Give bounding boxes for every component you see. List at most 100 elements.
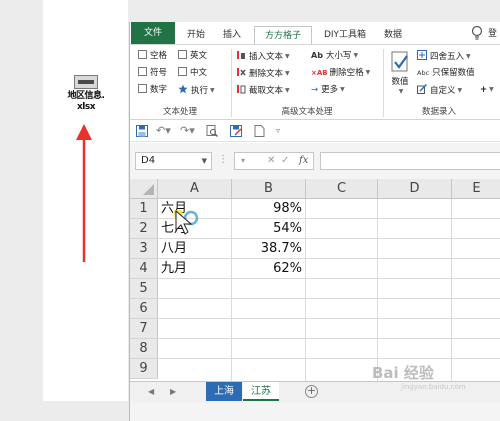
sheet-next-icon[interactable]: ▶	[170, 385, 176, 399]
column-header-b[interactable]: B	[232, 179, 306, 199]
save-icon[interactable]	[136, 125, 148, 137]
redo-icon[interactable]: ↷▾	[180, 124, 195, 138]
checkbox-icon	[138, 84, 147, 93]
abc-icon: Abc	[417, 69, 430, 77]
keep-value-button[interactable]: Abc 只保留数值	[417, 67, 475, 79]
watermark-logo: Bai 经验	[372, 364, 434, 382]
round-button[interactable]: 四舍五入 ▼	[417, 50, 471, 63]
resize-handle-icon[interactable]: ⋮	[218, 154, 228, 165]
lightbulb-icon[interactable]	[470, 25, 484, 41]
case-button[interactable]: Ab 大小写 ▼	[311, 50, 358, 62]
dropdown-icon[interactable]: ▾	[241, 154, 245, 168]
checkbox-chinese[interactable]: 中文	[178, 67, 207, 79]
checkbox-space[interactable]: 空格	[138, 50, 167, 62]
checkbox-icon	[138, 50, 147, 59]
checkbox-icon	[178, 67, 187, 76]
select-all-button[interactable]	[130, 179, 158, 199]
row-header-5[interactable]: 5	[130, 279, 158, 299]
print-preview-icon[interactable]	[206, 125, 218, 137]
cell-b2[interactable]: 54%	[232, 219, 305, 239]
numeric-value-button[interactable]: 数值 ▼	[388, 51, 412, 101]
cell-a4[interactable]: 九月	[158, 259, 231, 279]
column-header-c[interactable]: C	[306, 179, 378, 199]
numeric-check-icon	[391, 51, 408, 72]
insert-text-button[interactable]: 插入文本 ▼	[236, 50, 290, 63]
tab-home[interactable]: 开始	[180, 26, 212, 44]
delete-space-icon: ×AB	[311, 69, 328, 77]
row-header-4[interactable]: 4	[130, 259, 158, 279]
ribbon-panel: 空格 英文 符号 中文 数字 执行 ▼ 文本处理 插入文本 ▼ 删除文本 ▼ 截取文本…	[130, 44, 500, 120]
cell-b1[interactable]: 98%	[232, 199, 305, 219]
extract-text-icon	[237, 85, 246, 94]
quick-access-toolbar: ↶▾ ↷▾ ▿	[130, 121, 500, 142]
custom-edit-icon	[417, 84, 427, 94]
formula-input[interactable]	[320, 152, 500, 170]
column-header-a[interactable]: A	[158, 179, 232, 199]
row-header-9[interactable]: 9	[130, 359, 158, 379]
new-file-icon[interactable]	[254, 125, 265, 137]
cell-a3[interactable]: 八月	[158, 239, 231, 259]
chevron-down-icon: ▼	[201, 157, 207, 165]
tab-file[interactable]: 文件	[131, 22, 175, 44]
cell-b4[interactable]: 62%	[232, 259, 305, 279]
formula-buttons: ▾ ✕ ✓ fx	[234, 152, 314, 170]
group-label-text: 文本处理	[162, 107, 197, 117]
row-header-8[interactable]: 8	[130, 339, 158, 359]
tab-data[interactable]: 数据	[378, 26, 408, 44]
checkbox-symbol[interactable]: 符号	[138, 67, 167, 79]
insert-function-icon[interactable]: fx	[299, 154, 308, 168]
add-sheet-icon[interactable]: +	[305, 385, 318, 398]
grid-line	[158, 318, 500, 319]
star-icon	[178, 84, 188, 94]
group-label-advanced: 高级文本处理	[281, 107, 333, 117]
mouse-cursor-icon	[174, 210, 199, 235]
name-box[interactable]: D4 ▼	[135, 152, 212, 170]
tab-insert[interactable]: 插入	[216, 26, 248, 44]
group-label-data: 数据录入	[421, 107, 456, 117]
row-header-2[interactable]: 2	[130, 219, 158, 239]
grid-line	[158, 358, 500, 359]
customize-toolbar-icon[interactable]: ▿	[276, 124, 280, 138]
watermark-url: jingyan.baidu.com	[401, 383, 466, 391]
grid-line	[158, 298, 500, 299]
tab-fangfang[interactable]: 方方格子	[254, 26, 312, 44]
grid-line	[305, 199, 306, 381]
arrow-right-icon: →	[311, 85, 319, 95]
insert-text-icon	[237, 51, 245, 59]
cell-b3[interactable]: 38.7%	[232, 239, 305, 259]
checkbox-icon	[178, 50, 187, 59]
sheet-tab-shanghai[interactable]: 上海	[206, 382, 242, 401]
user-sign-in[interactable]: 登	[488, 26, 497, 42]
row-header-3[interactable]: 3	[130, 239, 158, 259]
red-arrow-icon	[76, 124, 92, 262]
sheet-tab-jiangsu[interactable]: 江苏	[243, 382, 279, 401]
worksheet-grid: A B C D E 1 2 3 4 5 6 7 8 9 六月 98% 七月 54…	[130, 179, 500, 381]
grid-line	[377, 199, 378, 381]
column-header-e[interactable]: E	[452, 179, 500, 199]
checkbox-english[interactable]: 英文	[178, 50, 207, 62]
delete-text-icon	[237, 68, 246, 76]
delete-text-button[interactable]: 删除文本 ▼	[236, 67, 290, 80]
delete-space-button[interactable]: ×AB 删除空格 ▼	[311, 67, 370, 79]
cancel-icon[interactable]: ✕	[267, 154, 275, 168]
round-icon	[417, 50, 427, 60]
status-bar	[130, 403, 500, 421]
desktop-area: 地区信息. xlsx	[43, 0, 128, 401]
grid-line	[451, 199, 452, 381]
row-header-1[interactable]: 1	[130, 199, 158, 219]
row-header-6[interactable]: 6	[130, 299, 158, 319]
column-header-d[interactable]: D	[378, 179, 452, 199]
undo-icon[interactable]: ↶▾	[156, 124, 171, 138]
custom-button[interactable]: 自定义 ▼	[417, 84, 462, 97]
extract-text-button[interactable]: 截取文本 ▼	[236, 84, 290, 97]
sheet-prev-icon[interactable]: ◀	[148, 385, 154, 399]
save-as-icon[interactable]	[230, 125, 242, 137]
tab-diy-toolbox[interactable]: DIY工具箱	[316, 26, 374, 44]
enter-icon[interactable]: ✓	[281, 154, 289, 168]
execute-button[interactable]: 执行 ▼	[178, 84, 215, 97]
more-button[interactable]: → 更多 ▼	[311, 84, 345, 96]
add-icon[interactable]: + ▼	[480, 84, 494, 96]
row-header-7[interactable]: 7	[130, 319, 158, 339]
checkbox-icon	[138, 67, 147, 76]
checkbox-number[interactable]: 数字	[138, 84, 167, 96]
